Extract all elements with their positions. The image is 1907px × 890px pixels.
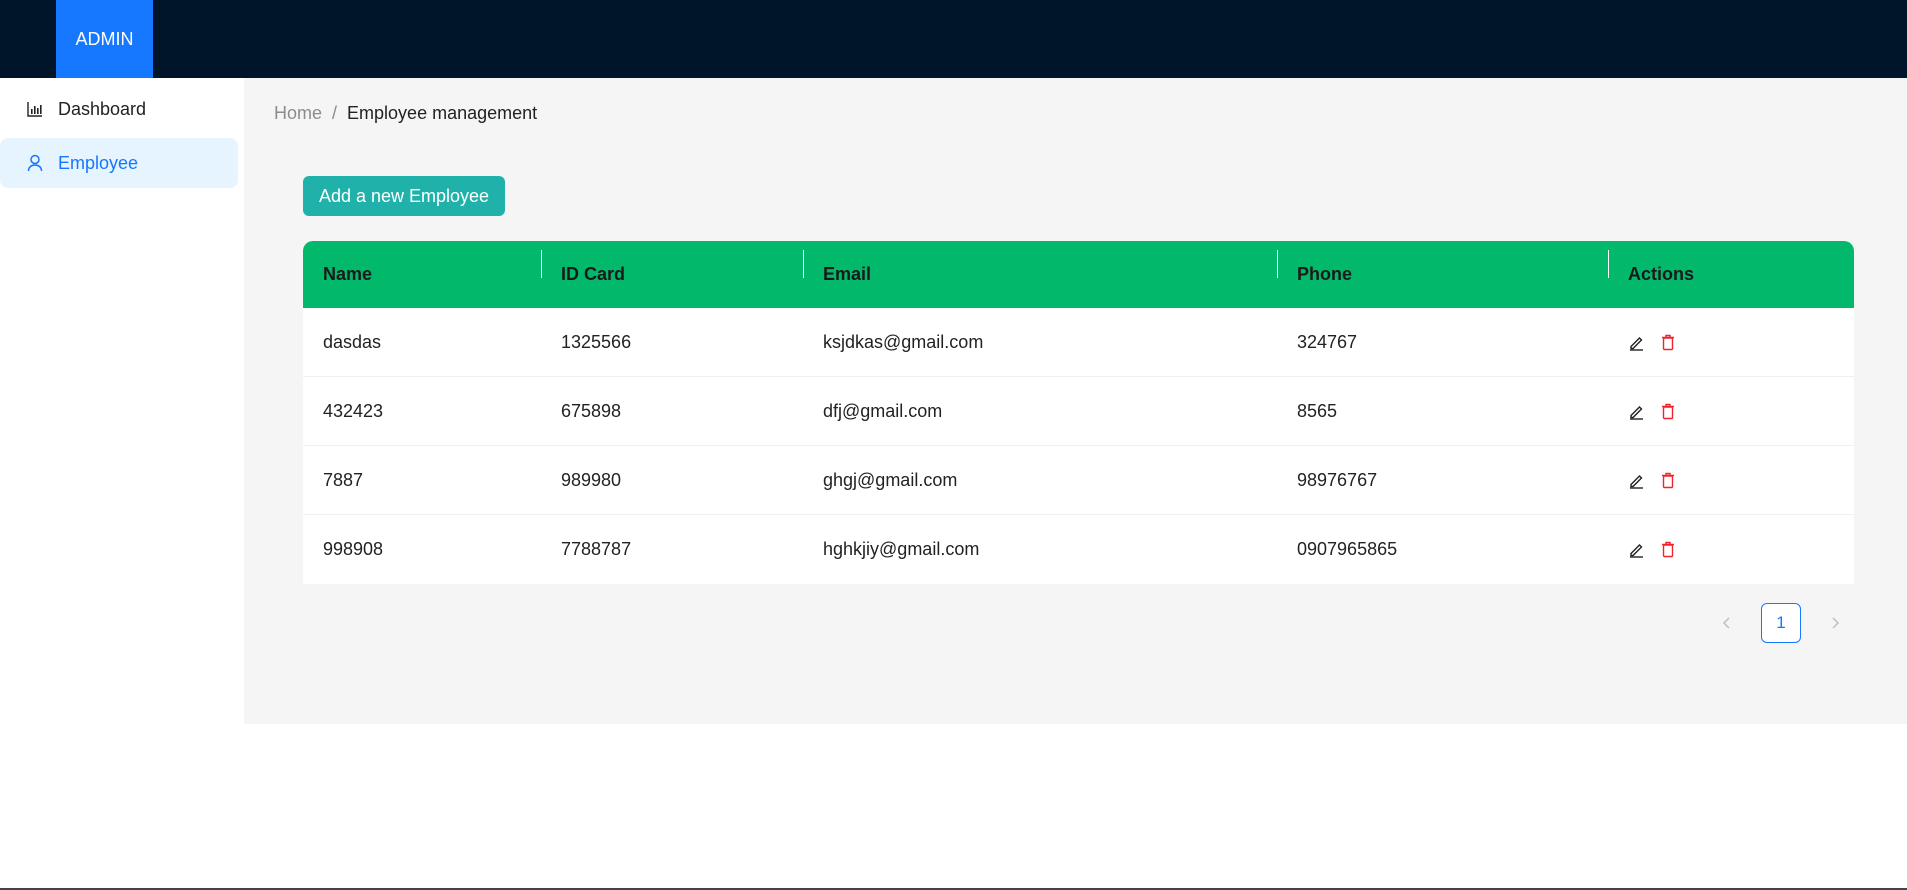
delete-icon[interactable] <box>1660 541 1678 559</box>
breadcrumb-home[interactable]: Home <box>274 103 322 124</box>
cell-name: dasdas <box>323 331 382 352</box>
table-header: Name ID Card Email Phone Actions <box>303 241 1854 308</box>
cell-email: hghkjiy@gmail.com <box>823 539 980 559</box>
user-icon <box>27 154 45 172</box>
cell-id-card: 1325566 <box>561 331 632 352</box>
cell-id-card: 989980 <box>561 469 622 490</box>
column-header-email[interactable]: Email <box>803 250 1277 285</box>
column-header-id-card[interactable]: ID Card <box>541 250 803 285</box>
table-row: dasdas 1325566 ksjdkas@gmail.com 324767 <box>303 308 1854 377</box>
page-number-current[interactable]: 1 <box>1761 603 1801 643</box>
bar-chart-icon <box>27 100 45 118</box>
chevron-left-icon[interactable] <box>1711 607 1743 639</box>
cell-id-card: 675898 <box>561 400 622 421</box>
column-header-name[interactable]: Name <box>303 264 541 285</box>
column-header-actions: Actions <box>1608 250 1854 285</box>
cell-email: ghgj@gmail.com <box>823 469 958 490</box>
cell-phone: 0907965865 <box>1297 539 1398 559</box>
cell-actions <box>1608 471 1854 489</box>
edit-icon[interactable] <box>1628 402 1646 420</box>
breadcrumb-current: Employee management <box>347 103 538 123</box>
delete-icon[interactable] <box>1660 471 1678 489</box>
add-employee-button[interactable]: Add a new Employee <box>303 176 505 216</box>
cell-name: 998908 <box>323 539 384 559</box>
cell-email: dfj@gmail.com <box>823 400 943 421</box>
cell-actions <box>1608 402 1854 420</box>
delete-icon[interactable] <box>1660 402 1678 420</box>
sidebar: Dashboard Employee <box>0 78 244 890</box>
cell-phone: 324767 <box>1297 331 1358 352</box>
sidebar-item-dashboard[interactable]: Dashboard <box>0 84 238 134</box>
cell-actions <box>1608 541 1854 559</box>
table-row: 432423 675898 dfj@gmail.com 8565 <box>303 377 1854 446</box>
table-row: 998908 7788787 hghkjiy@gmail.com 0907965… <box>303 515 1854 584</box>
main-content: Home / Employee management Add a new Emp… <box>244 78 1907 724</box>
breadcrumb-separator: / <box>332 103 338 123</box>
edit-icon[interactable] <box>1628 333 1646 351</box>
cell-id-card: 7788787 <box>561 539 632 559</box>
top-navbar: ADMIN <box>0 0 1907 78</box>
sidebar-item-employee[interactable]: Employee <box>0 138 238 188</box>
cell-phone: 8565 <box>1297 400 1338 421</box>
brand-logo[interactable]: ADMIN <box>56 0 153 78</box>
cell-email: ksjdkas@gmail.com <box>823 331 984 352</box>
edit-icon[interactable] <box>1628 471 1646 489</box>
cell-phone: 98976767 <box>1297 469 1378 490</box>
chevron-right-icon[interactable] <box>1819 607 1851 639</box>
breadcrumb: Home / Employee management <box>274 103 537 124</box>
sidebar-item-label: Dashboard <box>58 98 147 119</box>
cell-name: 7887 <box>323 469 364 490</box>
table-row: 7887 989980 ghgj@gmail.com 98976767 <box>303 446 1854 515</box>
column-header-phone[interactable]: Phone <box>1277 250 1608 285</box>
employee-table: Name ID Card Email Phone Actions dasdas … <box>303 241 1854 584</box>
cell-name: 432423 <box>323 400 384 421</box>
delete-icon[interactable] <box>1660 333 1678 351</box>
edit-icon[interactable] <box>1628 541 1646 559</box>
cell-actions <box>1608 333 1854 351</box>
sidebar-item-label: Employee <box>58 152 139 173</box>
pagination: 1 <box>1711 603 1851 643</box>
